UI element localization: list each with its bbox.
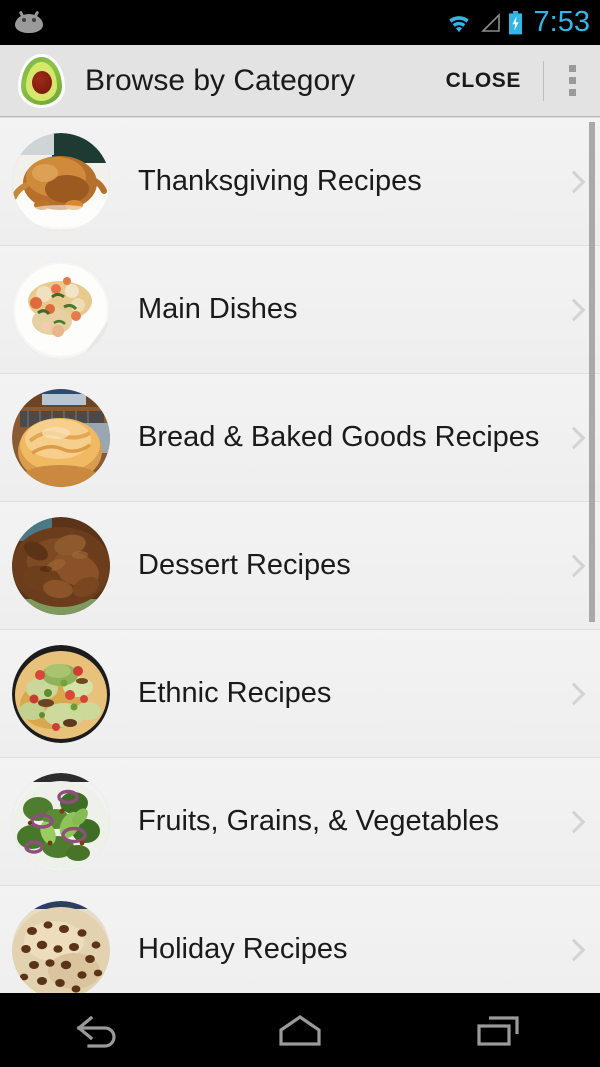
chevron-right-icon bbox=[563, 938, 586, 961]
chevron-right-icon bbox=[563, 426, 586, 449]
list-scrollbar-thumb[interactable] bbox=[589, 122, 595, 622]
status-bar-notifications bbox=[14, 11, 446, 35]
close-button[interactable]: CLOSE bbox=[424, 45, 543, 117]
page-title: Browse by Category bbox=[85, 64, 424, 98]
list-item-label: Fruits, Grains, & Vegetables bbox=[138, 805, 499, 838]
chocolate-cluster-thumbnail bbox=[12, 517, 110, 615]
list-item-label: Bread & Baked Goods Recipes bbox=[138, 421, 539, 454]
chevron-right-icon bbox=[563, 298, 586, 321]
chocolate-chip-cookie-thumbnail bbox=[12, 901, 110, 994]
list-item[interactable]: Ethnic Recipes bbox=[0, 630, 600, 758]
status-bar-clock: 7:53 bbox=[534, 8, 590, 37]
wifi-icon bbox=[446, 13, 472, 33]
baked-pie-thumbnail bbox=[12, 389, 110, 487]
list-item-label: Dessert Recipes bbox=[138, 549, 351, 582]
list-item[interactable]: Bread & Baked Goods Recipes bbox=[0, 374, 600, 502]
list-item[interactable]: Dessert Recipes bbox=[0, 502, 600, 630]
taco-salad-thumbnail bbox=[12, 645, 110, 743]
back-arrow-icon[interactable] bbox=[30, 993, 170, 1067]
list-item[interactable]: Holiday Recipes bbox=[0, 886, 600, 993]
list-item-label: Main Dishes bbox=[138, 293, 298, 326]
shrimp-tomato-dish-thumbnail bbox=[12, 261, 110, 359]
chevron-right-icon bbox=[563, 170, 586, 193]
chevron-right-icon bbox=[563, 810, 586, 833]
list-item[interactable]: Fruits, Grains, & Vegetables bbox=[0, 758, 600, 886]
home-icon[interactable] bbox=[230, 993, 370, 1067]
chevron-right-icon bbox=[563, 682, 586, 705]
android-screen: 7:53 Browse by Category CLOSE bbox=[0, 0, 600, 1067]
overflow-menu-icon[interactable] bbox=[544, 45, 600, 117]
chevron-right-icon bbox=[563, 554, 586, 577]
category-list[interactable]: Thanksgiving Recipes bbox=[0, 118, 600, 993]
status-bar-system-icons: 7:53 bbox=[446, 8, 590, 37]
signal-triangle-icon bbox=[479, 13, 501, 33]
list-item[interactable]: Main Dishes bbox=[0, 246, 600, 374]
broccoli-salad-thumbnail bbox=[12, 773, 110, 871]
roast-turkey-thumbnail bbox=[12, 133, 110, 231]
list-item[interactable]: Thanksgiving Recipes bbox=[0, 118, 600, 246]
battery-charging-icon bbox=[508, 11, 523, 35]
app-bar: Browse by Category CLOSE bbox=[0, 45, 600, 117]
list-item-label: Ethnic Recipes bbox=[138, 677, 331, 710]
status-bar: 7:53 bbox=[0, 0, 600, 45]
list-item-label: Holiday Recipes bbox=[138, 933, 348, 966]
recent-apps-icon[interactable] bbox=[430, 993, 570, 1067]
list-item-label: Thanksgiving Recipes bbox=[138, 165, 422, 198]
avocado-icon[interactable] bbox=[18, 54, 65, 108]
navigation-bar bbox=[0, 993, 600, 1067]
android-bean-icon bbox=[14, 11, 44, 35]
